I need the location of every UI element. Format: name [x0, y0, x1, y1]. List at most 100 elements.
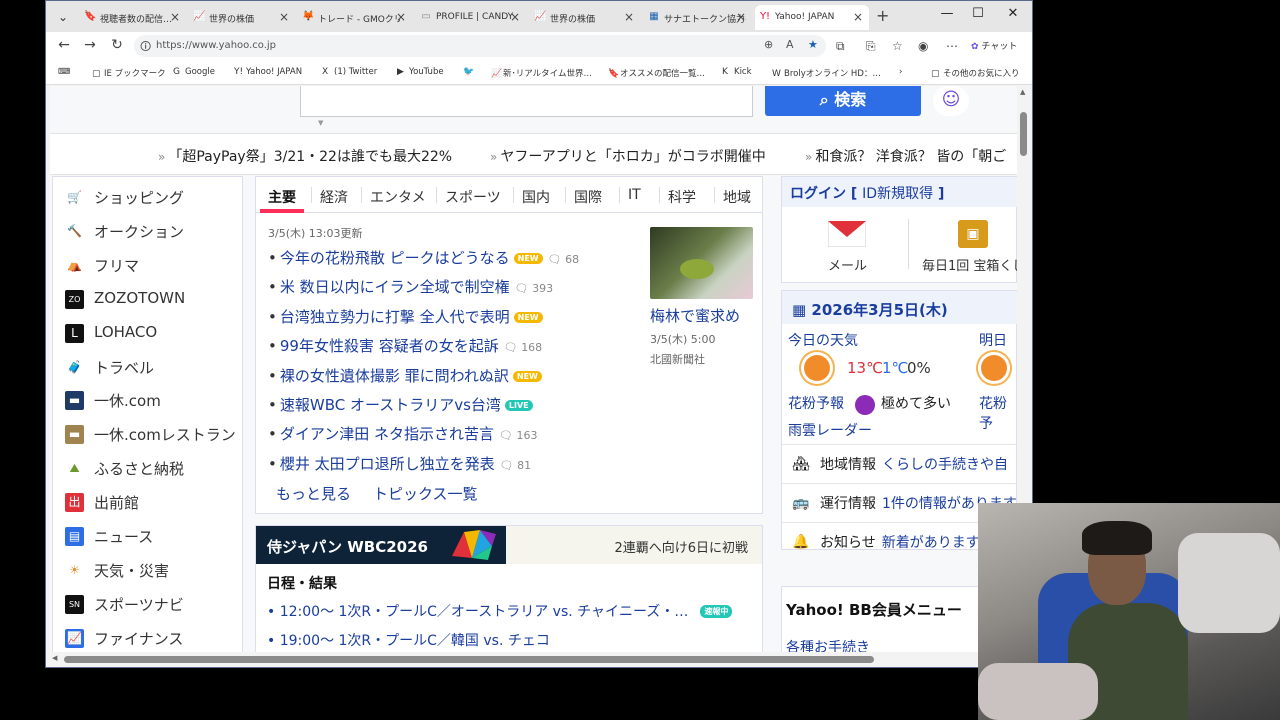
browser-tab[interactable]: 📈 世界の株価 ×: [189, 5, 295, 30]
topic-tab[interactable]: 経済: [320, 187, 348, 207]
search-button[interactable]: ⌕ 検索: [765, 86, 921, 116]
split-screen-icon[interactable]: ⎘: [866, 39, 876, 54]
promo-link-2[interactable]: » ヤフーアプリと「ホロカ」がコラボ開催中: [490, 146, 766, 166]
news-item[interactable]: • 米 数日以内にイラン全域で制空権 🗨 393: [268, 276, 553, 297]
profile-avatar-icon[interactable]: ◉: [918, 39, 928, 53]
pickup-photo[interactable]: [650, 227, 753, 299]
sidebar-item[interactable]: ZO ZOZOTOWN: [65, 288, 243, 312]
zoom-icon[interactable]: ⊕: [764, 38, 773, 51]
topic-tab[interactable]: エンタメ: [370, 187, 426, 207]
topic-tab[interactable]: 科学: [668, 187, 696, 207]
browser-tab[interactable]: ▭ PROFILE | CANDY ×: [416, 5, 526, 30]
bookmark-item[interactable]: ▢ IE ブックマーク: [92, 67, 166, 79]
sidebar-item[interactable]: ☀ 天気・災害: [65, 559, 243, 583]
browser-tab[interactable]: 📈 世界の株価 ×: [530, 5, 640, 30]
topic-tab[interactable]: スポーツ: [445, 187, 501, 207]
login-link[interactable]: ログイン: [790, 186, 846, 202]
news-item[interactable]: • ダイアン津田 ネタ指示され苦言 🗨 163: [268, 423, 538, 444]
minimize-button[interactable]: —: [932, 6, 962, 21]
tab-actions-menu[interactable]: ⌄: [52, 6, 74, 28]
tab-close-icon[interactable]: ×: [853, 10, 863, 24]
promo-link-1[interactable]: » 「超PayPay祭」3/21・22は誰でも最大22%: [158, 146, 452, 166]
browser-tab[interactable]: 🦊 トレード - GMOクリ ×: [298, 5, 412, 30]
register-link[interactable]: ID新規取得: [862, 186, 933, 202]
address-bar[interactable]: 🛈 https://www.yahoo.co.jp ⊕ A ★: [134, 35, 826, 57]
more-menu-icon[interactable]: ⋯: [946, 39, 958, 53]
sidebar-item[interactable]: 📈 ファイナンス: [65, 627, 243, 651]
more-link[interactable]: もっと見る: [276, 483, 351, 504]
bookmark-item[interactable]: 🔖オススメの配信一覧…: [608, 67, 705, 79]
browser-tab[interactable]: ▦ サナエトークン協力の ×: [644, 5, 752, 30]
topic-tab[interactable]: IT: [628, 187, 641, 203]
news-item[interactable]: • 台湾独立勢力に打撃 全人代で表明 NEW: [268, 306, 543, 327]
browser-tab[interactable]: Y! Yahoo! JAPAN ×: [755, 5, 869, 30]
wbc-header[interactable]: 侍ジャパン WBC2026 2連覇へ向け6日に初戦: [256, 526, 762, 564]
tab-close-icon[interactable]: ×: [279, 10, 289, 24]
rain-radar-link[interactable]: 雨雲レーダー: [788, 420, 872, 440]
horizontal-scroll-thumb[interactable]: [64, 656, 874, 663]
weather-today-link[interactable]: 今日の天気: [788, 330, 858, 350]
mail-icon[interactable]: [828, 221, 866, 247]
topic-tab[interactable]: 地域: [723, 187, 751, 207]
sidebar-item[interactable]: SN スポーツナビ: [65, 593, 243, 617]
pollen-link-tomorrow[interactable]: 花粉予: [979, 393, 1016, 433]
bookmark-item[interactable]: W Brolyオンライン HD：…: [772, 67, 881, 79]
maximize-button[interactable]: ☐: [963, 6, 993, 21]
info-row[interactable]: 🏘 地域情報 くらしの手続きや自: [782, 444, 1017, 482]
bookmark-item[interactable]: 📈新･リアルタイム世界…: [491, 67, 592, 79]
pickup-title[interactable]: 梅林で蜜求め: [650, 305, 740, 326]
bookmark-item[interactable]: ▶ YouTube: [397, 67, 444, 77]
sidebar-item[interactable]: 出出前館: [65, 491, 243, 515]
extensions-icon[interactable]: ⧉: [836, 39, 845, 54]
game-item[interactable]: • 12:00〜 1次R・プールC／オーストラリア vs. チャイニーズ・… 速報…: [267, 601, 733, 621]
promo-link-3[interactable]: » 和食派？ 洋食派？ 皆の「朝ご: [805, 146, 1006, 166]
sidebar-item[interactable]: L LOHACO: [65, 322, 243, 346]
sidebar-item[interactable]: 🛒 ショッピング: [65, 186, 243, 210]
bookmark-toggle-icon[interactable]: ⌨: [58, 67, 70, 77]
bookmarks-overflow-icon[interactable]: ›: [899, 67, 902, 77]
site-info-icon[interactable]: 🛈: [140, 38, 151, 57]
topic-tab[interactable]: 国内: [522, 187, 550, 207]
tab-close-icon[interactable]: ×: [736, 10, 746, 24]
ai-assistant-icon[interactable]: ☺: [933, 86, 969, 116]
sidebar-item[interactable]: ⛰ ふるさと納税: [65, 457, 243, 481]
sidebar-item[interactable]: 🧳 トラベル: [65, 356, 243, 380]
news-item[interactable]: • 今年の花粉飛散 ピークはどうなる NEW 🗨 68: [268, 247, 579, 268]
back-button[interactable]: ←: [54, 37, 74, 53]
topics-list-link[interactable]: トピックス一覧: [373, 483, 478, 504]
news-item[interactable]: • 裸の女性遺体撮影 罪に問われぬ訳 NEW: [268, 365, 542, 386]
bookmark-item[interactable]: Y! Yahoo! JAPAN: [234, 67, 302, 77]
favorite-star-icon[interactable]: ★: [808, 38, 818, 51]
pollen-link[interactable]: 花粉予報: [788, 393, 844, 413]
treasure-label[interactable]: 毎日1回 宝箱くじ: [922, 255, 1017, 274]
close-window-button[interactable]: ✕: [998, 6, 1028, 21]
browser-tab[interactable]: 🔖 視聴者数の配信… ×: [80, 5, 186, 30]
game-item[interactable]: • 19:00〜 1次R・プールC／韓国 vs. チェコ: [267, 630, 550, 650]
bb-procedures-link[interactable]: 各種お手続き: [786, 637, 870, 652]
tab-close-icon[interactable]: ×: [624, 10, 634, 24]
tab-close-icon[interactable]: ×: [170, 10, 180, 24]
url-text[interactable]: https://www.yahoo.co.jp: [156, 40, 276, 51]
favorites-icon[interactable]: ☆: [892, 39, 903, 53]
bookmark-item[interactable]: G Google: [173, 67, 215, 77]
bookmark-item[interactable]: K Kick: [722, 67, 752, 77]
copilot-button[interactable]: ✿ チャット: [971, 39, 1017, 52]
scroll-up-icon[interactable]: ▲: [1020, 88, 1025, 96]
vertical-scroll-thumb[interactable]: [1020, 112, 1027, 156]
forward-button[interactable]: →: [80, 37, 100, 53]
sidebar-item[interactable]: ⛺ フリマ: [65, 254, 243, 278]
read-aloud-icon[interactable]: A: [786, 38, 794, 51]
news-item[interactable]: • 櫻井 太田プロ退所し独立を発表 🗨 81: [268, 453, 531, 474]
tab-close-icon[interactable]: ×: [510, 10, 520, 24]
bookmark-item[interactable]: ▢ その他のお気に入り: [931, 67, 1020, 79]
bookmark-item[interactable]: X (1) Twitter: [322, 67, 377, 77]
tab-close-icon[interactable]: ×: [396, 10, 406, 24]
sidebar-item[interactable]: ▤ ニュース: [65, 525, 243, 549]
mail-label[interactable]: メール: [828, 255, 867, 274]
bookmark-item[interactable]: 🐦: [463, 67, 475, 77]
new-tab-button[interactable]: +: [876, 6, 889, 25]
reload-button[interactable]: ↻: [107, 37, 127, 53]
treasure-box-icon[interactable]: ▣: [958, 220, 988, 248]
search-input[interactable]: [300, 86, 753, 117]
horizontal-scrollbar[interactable]: ◀ ▶: [46, 652, 1017, 666]
